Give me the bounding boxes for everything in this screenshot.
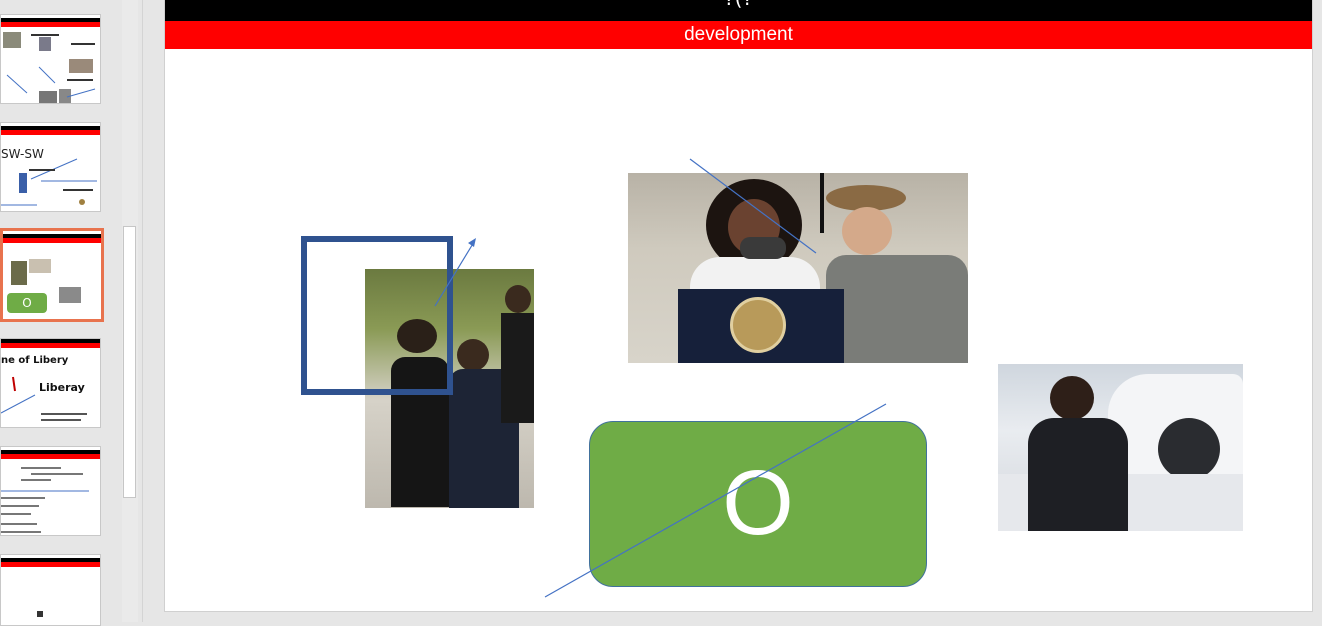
thumbnail-scrollbar[interactable] [122,0,138,622]
scrollbar-thumb[interactable] [123,226,136,498]
thumbnail-lines [1,376,87,421]
thumbnail-photo [11,261,27,285]
photo-officer-by-police-car[interactable] [998,364,1243,531]
slide-subtitle-bar[interactable]: development [165,21,1312,49]
thumbnail-text-lines [1,467,89,533]
slide-thumbnail-1[interactable] [0,14,101,104]
thumbnail-photo [29,259,51,273]
slide-thumbnail-3-selected[interactable]: O [0,228,104,322]
slide-thumbnail-2[interactable]: SW-SW [0,122,101,212]
thumbnail-photo [59,287,81,303]
slide-title-bar[interactable]: ?(? [165,0,1312,21]
arrow-up-right-icon [468,238,476,247]
blue-outline-rectangle[interactable] [301,236,453,395]
slide-title[interactable]: ?(? [724,0,753,10]
slide-thumbnail-panel: SW-SW O ne of Libery Liberay [0,0,143,626]
thumbnail-lines [6,34,96,98]
slide-thumbnail-6[interactable] [0,554,101,626]
thumbnail-green-shape: O [7,293,47,313]
thumbnail-shape [37,611,43,617]
slide-canvas[interactable]: ?(? development O [164,0,1313,612]
thumbnail-lines [1,158,97,206]
slide-thumbnail-4[interactable]: ne of Libery Liberay [0,338,101,428]
green-rounded-rectangle[interactable]: O [589,421,927,587]
slide-thumbnail-5[interactable] [0,446,101,536]
photo-podium-speech[interactable] [628,173,968,363]
slide-subtitle[interactable]: development [684,24,793,45]
